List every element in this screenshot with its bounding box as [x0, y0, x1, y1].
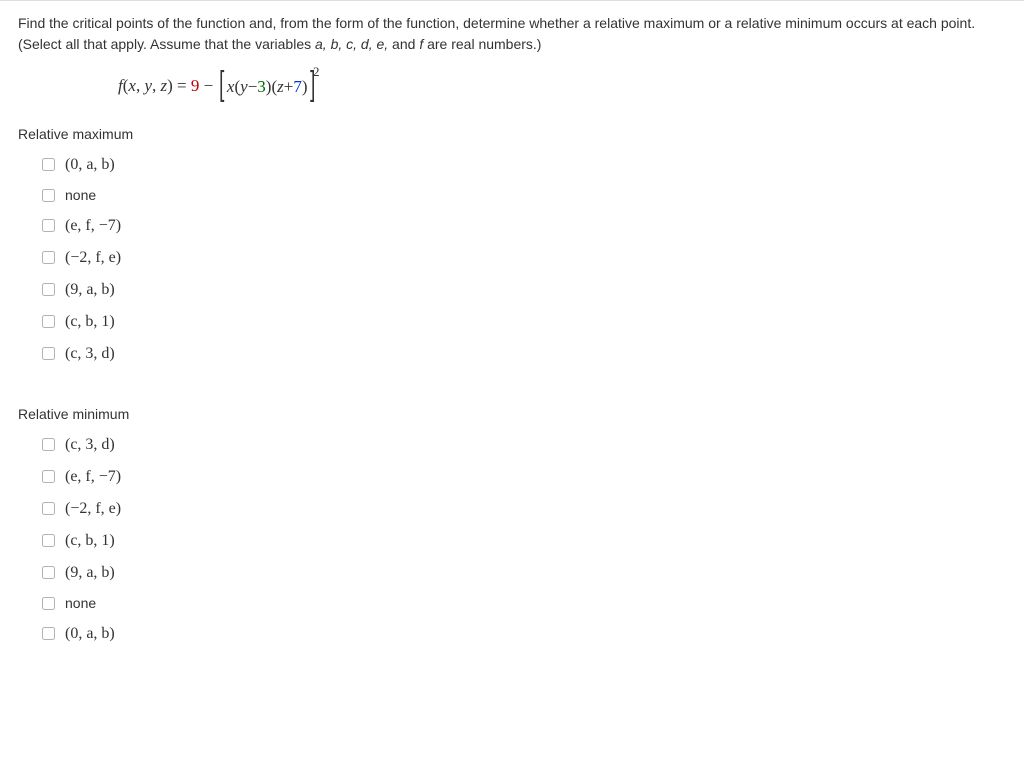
option-label: (c, b, 1)	[65, 529, 115, 553]
option-label: (−2, f, e)	[65, 497, 121, 521]
checkbox-min-2[interactable]	[42, 502, 55, 515]
function-formula: f(x, y, z) = 9 − [x(y − 3)(z + 7)]2	[118, 73, 1006, 100]
min-option-row[interactable]: (c, 3, d)	[18, 429, 1006, 461]
formula-y: y	[144, 76, 152, 95]
option-label: (c, 3, d)	[65, 433, 115, 457]
option-label: (0, a, b)	[65, 622, 115, 646]
max-option-row[interactable]: (−2, f, e)	[18, 242, 1006, 274]
formula-seven: 7	[293, 74, 302, 100]
paren-close-eq: ) =	[167, 76, 191, 95]
option-label: (e, f, −7)	[65, 214, 121, 238]
option-label: (c, 3, d)	[65, 342, 115, 366]
checkbox-max-1[interactable]	[42, 189, 55, 202]
option-label: (c, b, 1)	[65, 310, 115, 334]
max-option-row[interactable]: (c, b, 1)	[18, 306, 1006, 338]
option-label: (9, a, b)	[65, 561, 115, 585]
formula-x: x	[128, 76, 136, 95]
checkbox-min-5[interactable]	[42, 597, 55, 610]
checkbox-min-0[interactable]	[42, 438, 55, 451]
formula-three: 3	[257, 74, 266, 100]
checkbox-max-5[interactable]	[42, 315, 55, 328]
paren-close: )	[302, 74, 308, 100]
option-label: none	[65, 593, 96, 614]
max-option-row[interactable]: (0, a, b)	[18, 149, 1006, 181]
checkbox-max-0[interactable]	[42, 158, 55, 171]
minus: −	[199, 76, 217, 95]
checkbox-max-6[interactable]	[42, 347, 55, 360]
min-option-row[interactable]: (0, a, b)	[18, 618, 1006, 650]
checkbox-min-3[interactable]	[42, 534, 55, 547]
minus: −	[248, 74, 258, 100]
comma: ,	[152, 76, 161, 95]
formula-y2: y	[240, 74, 248, 100]
left-bracket-icon: [	[220, 74, 225, 94]
question-tail: are real numbers.)	[423, 36, 541, 52]
question-text: Find the critical points of the function…	[18, 13, 1006, 55]
min-option-row[interactable]: (−2, f, e)	[18, 493, 1006, 525]
checkbox-min-1[interactable]	[42, 470, 55, 483]
checkbox-max-2[interactable]	[42, 219, 55, 232]
relative-maximum-title: Relative maximum	[18, 124, 1006, 145]
var-list: a, b, c, d, e,	[315, 36, 388, 52]
checkbox-min-6[interactable]	[42, 627, 55, 640]
relative-minimum-title: Relative minimum	[18, 404, 1006, 425]
max-option-row[interactable]: (9, a, b)	[18, 274, 1006, 306]
min-option-row[interactable]: (c, b, 1)	[18, 525, 1006, 557]
and-word: and	[388, 36, 419, 52]
option-label: (0, a, b)	[65, 153, 115, 177]
min-option-row[interactable]: none	[18, 589, 1006, 618]
max-option-row[interactable]: (c, 3, d)	[18, 338, 1006, 370]
checkbox-max-4[interactable]	[42, 283, 55, 296]
max-option-row[interactable]: (e, f, −7)	[18, 210, 1006, 242]
superscript-2: 2	[313, 64, 320, 79]
formula-x2: x	[227, 74, 235, 100]
plus: +	[284, 74, 294, 100]
min-option-row[interactable]: (e, f, −7)	[18, 461, 1006, 493]
option-label: none	[65, 185, 96, 206]
option-label: (−2, f, e)	[65, 246, 121, 270]
option-label: (9, a, b)	[65, 278, 115, 302]
option-label: (e, f, −7)	[65, 465, 121, 489]
min-option-row[interactable]: (9, a, b)	[18, 557, 1006, 589]
bracket-group: [x(y − 3)(z + 7)]	[217, 74, 316, 100]
max-option-row[interactable]: none	[18, 181, 1006, 210]
paren-mid: )(	[266, 74, 277, 100]
checkbox-max-3[interactable]	[42, 251, 55, 264]
checkbox-min-4[interactable]	[42, 566, 55, 579]
formula-z2: z	[277, 74, 284, 100]
